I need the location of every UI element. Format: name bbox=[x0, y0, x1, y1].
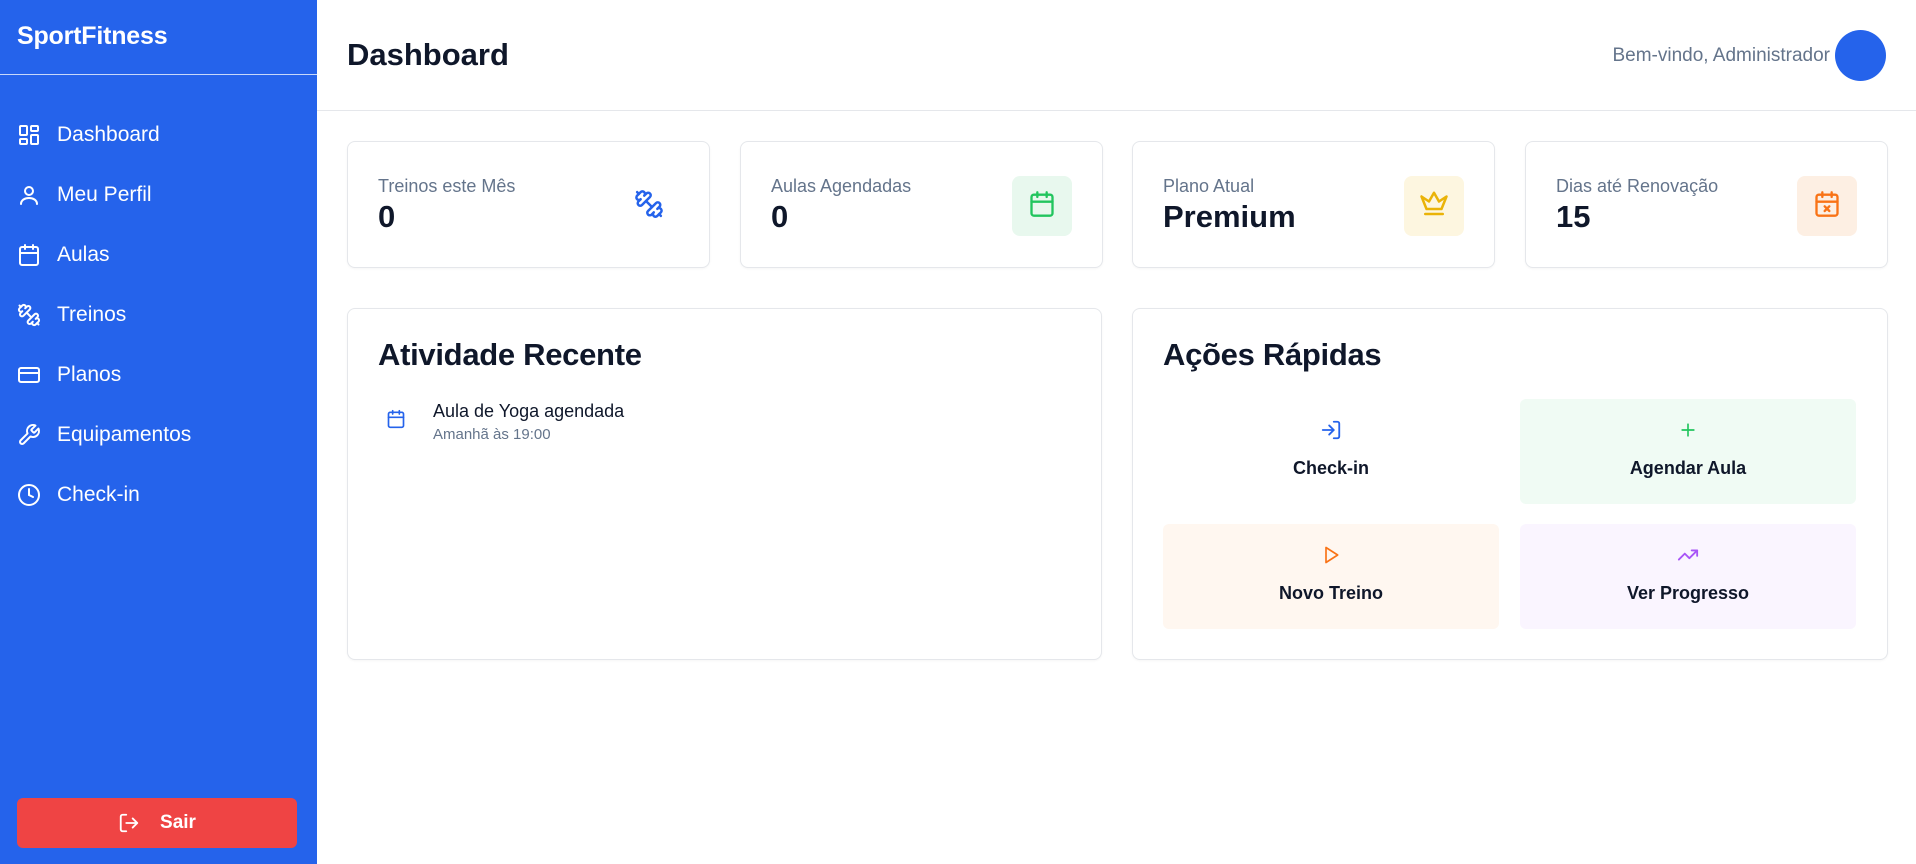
recent-activity-panel: Atividade Recente Aula de Yoga agendada … bbox=[347, 308, 1102, 660]
stat-card-aulas: Aulas Agendadas 0 bbox=[740, 141, 1103, 268]
stat-label: Treinos este Mês bbox=[378, 176, 516, 196]
sidebar-item-label: Treinos bbox=[57, 303, 127, 326]
ver-progresso-button[interactable]: Ver Progresso bbox=[1520, 524, 1856, 629]
log-in-icon bbox=[1320, 417, 1342, 443]
clock-icon bbox=[17, 483, 41, 507]
stat-value: 15 bbox=[1556, 199, 1591, 234]
page-title: Dashboard bbox=[347, 37, 509, 72]
sidebar-nav: Dashboard Meu Perfil Aulas Treinos Plano… bbox=[0, 105, 321, 525]
dumbbell-icon bbox=[634, 189, 664, 224]
quick-actions-title: Ações Rápidas bbox=[1163, 337, 1382, 372]
action-label: Novo Treino bbox=[1278, 583, 1383, 603]
sidebar-item-check-in[interactable]: Check-in bbox=[0, 465, 317, 525]
list-item[interactable]: Aula de Yoga agendada Amanhã às 19:00 bbox=[378, 401, 624, 443]
quick-actions-panel: Ações Rápidas Check-in Agendar Aula Novo… bbox=[1132, 308, 1888, 660]
sidebar-item-treinos[interactable]: Treinos bbox=[0, 285, 317, 345]
trending-up-icon bbox=[1677, 542, 1699, 568]
sidebar-item-meu-perfil[interactable]: Meu Perfil bbox=[0, 165, 317, 225]
crown-icon bbox=[1419, 189, 1449, 224]
sidebar-item-label: Aulas bbox=[57, 243, 110, 266]
play-icon bbox=[1321, 542, 1341, 568]
logout-label: Sair bbox=[160, 812, 196, 833]
stat-icon-box bbox=[619, 176, 679, 236]
stat-icon-box bbox=[1012, 176, 1072, 236]
calendar-icon bbox=[17, 243, 41, 267]
dashboard-icon bbox=[17, 123, 41, 147]
wrench-icon bbox=[17, 423, 41, 447]
activity-time: Amanhã às 19:00 bbox=[433, 426, 551, 443]
dumbbell-icon bbox=[17, 303, 41, 327]
stat-card-renovacao: Dias até Renovação 15 bbox=[1525, 141, 1888, 268]
sidebar-item-label: Dashboard bbox=[57, 123, 160, 146]
sidebar-item-label: Equipamentos bbox=[57, 423, 192, 446]
brand-logo[interactable]: SportFitness bbox=[0, 0, 317, 75]
avatar[interactable] bbox=[1835, 30, 1886, 81]
stat-value: 0 bbox=[378, 199, 396, 234]
sidebar-item-label: Meu Perfil bbox=[57, 183, 152, 206]
user-icon bbox=[17, 183, 41, 207]
sidebar-item-label: Planos bbox=[57, 363, 122, 386]
sidebar-item-planos[interactable]: Planos bbox=[0, 345, 317, 405]
log-out-icon bbox=[118, 812, 140, 834]
calendar-x-icon bbox=[1813, 190, 1841, 223]
credit-card-icon bbox=[17, 363, 41, 387]
logout-button[interactable]: Sair bbox=[17, 798, 297, 848]
sidebar-item-aulas[interactable]: Aulas bbox=[0, 225, 317, 285]
stat-card-treinos: Treinos este Mês 0 bbox=[347, 141, 710, 268]
activity-title: Aula de Yoga agendada bbox=[433, 401, 625, 421]
check-in-button[interactable]: Check-in bbox=[1163, 399, 1499, 504]
sidebar: SportFitness Dashboard Meu Perfil Aulas … bbox=[0, 0, 321, 864]
stat-label: Aulas Agendadas bbox=[771, 176, 912, 196]
sidebar-item-label: Check-in bbox=[57, 483, 140, 506]
stat-card-plano: Plano Atual Premium bbox=[1132, 141, 1495, 268]
calendar-icon bbox=[386, 409, 410, 443]
stat-icon-box bbox=[1797, 176, 1857, 236]
sidebar-item-dashboard[interactable]: Dashboard bbox=[0, 105, 321, 165]
sidebar-item-equipamentos[interactable]: Equipamentos bbox=[0, 405, 317, 465]
plus-icon bbox=[1678, 417, 1698, 443]
stat-value: 0 bbox=[771, 199, 789, 234]
novo-treino-button[interactable]: Novo Treino bbox=[1163, 524, 1499, 629]
action-label: Check-in bbox=[1292, 458, 1370, 478]
stat-label: Dias até Renovação bbox=[1556, 176, 1719, 196]
recent-activity-title: Atividade Recente bbox=[378, 337, 642, 372]
agendar-aula-button[interactable]: Agendar Aula bbox=[1520, 399, 1856, 504]
stat-value: Premium bbox=[1163, 199, 1296, 234]
stat-label: Plano Atual bbox=[1163, 176, 1255, 196]
stat-icon-box bbox=[1404, 176, 1464, 236]
top-header: Dashboard Bem-vindo, Administrador bbox=[317, 0, 1916, 111]
action-label: Ver Progresso bbox=[1626, 583, 1750, 603]
activity-text: Aula de Yoga agendada Amanhã às 19:00 bbox=[433, 401, 624, 443]
calendar-icon bbox=[1028, 190, 1056, 223]
action-label: Agendar Aula bbox=[1629, 458, 1747, 478]
welcome-text: Bem-vindo, Administrador bbox=[1612, 45, 1830, 66]
